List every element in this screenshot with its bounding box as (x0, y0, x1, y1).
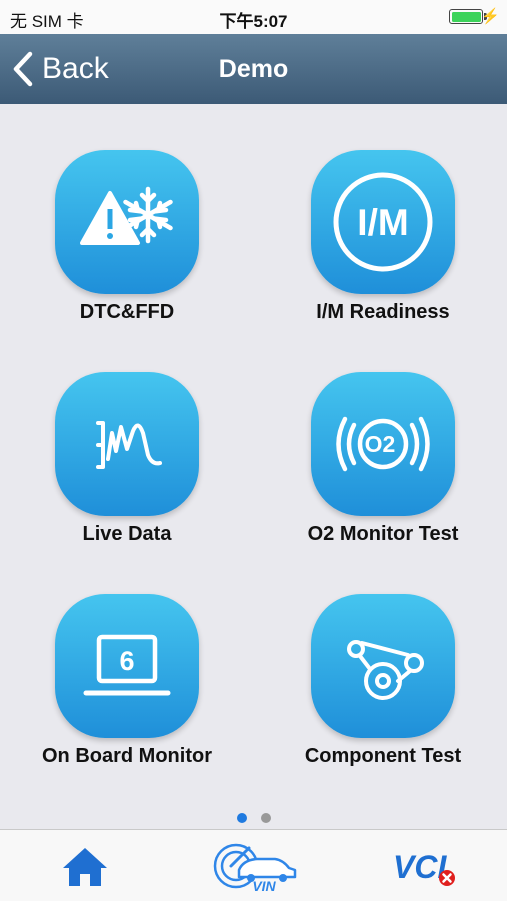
laptop-icon-text: 6 (119, 646, 134, 676)
tile-label: O2 Monitor Test (307, 523, 459, 545)
o2-sensor-icon: O2 (336, 416, 430, 472)
tile-label: I/M Readiness (316, 301, 450, 323)
im-icon: I/M (333, 172, 433, 272)
vin-car-icon: VIN (213, 843, 297, 892)
page-dot-2[interactable] (260, 813, 271, 823)
tile-dtc-ffd[interactable]: DTC&FFD (27, 150, 227, 324)
tile-component-test[interactable]: Component Test (283, 594, 483, 768)
home-icon (63, 848, 107, 886)
tile-on-board-monitor[interactable]: 6 On Board Monitor (27, 594, 227, 768)
vci-button[interactable]: VCI (380, 838, 470, 894)
laptop-icon: 6 (83, 634, 171, 696)
tile-label: Live Data (82, 523, 172, 545)
vin-label: VIN (252, 878, 276, 892)
status-time: 下午5:07 (219, 12, 288, 31)
back-label: Back (42, 52, 109, 85)
tile-label: On Board Monitor (42, 745, 212, 767)
bottom-toolbar: VIN VCI (0, 829, 507, 901)
battery-icon (449, 9, 483, 24)
tile-label: DTC&FFD (79, 301, 175, 323)
navigation-bar: Demo Back (0, 34, 507, 104)
home-button[interactable] (45, 838, 125, 894)
back-button[interactable]: Back (10, 34, 109, 104)
chevron-left-icon (13, 51, 33, 87)
belt-pulley-icon (347, 640, 424, 700)
o2-icon-text: O2 (365, 431, 396, 457)
charging-icon: ⚡ (481, 8, 500, 25)
page-dot-1[interactable] (236, 813, 247, 823)
tile-label: Component Test (304, 745, 462, 767)
tile-live-data[interactable]: Live Data (27, 372, 227, 546)
status-bar: 无 SIM 卡 下午5:07 ⚡ (0, 0, 507, 34)
vci-status-icon: VCI (393, 849, 455, 886)
vin-button[interactable]: VIN (205, 838, 305, 894)
tile-im-readiness[interactable]: I/M I/M Readiness (283, 150, 483, 324)
tile-o2-monitor-test[interactable]: O2 O2 Monitor Test (283, 372, 483, 546)
im-icon-text: I/M (357, 202, 408, 243)
warning-snowflake-icon (80, 186, 173, 245)
page-indicator[interactable] (0, 813, 507, 823)
waveform-icon (96, 421, 162, 469)
